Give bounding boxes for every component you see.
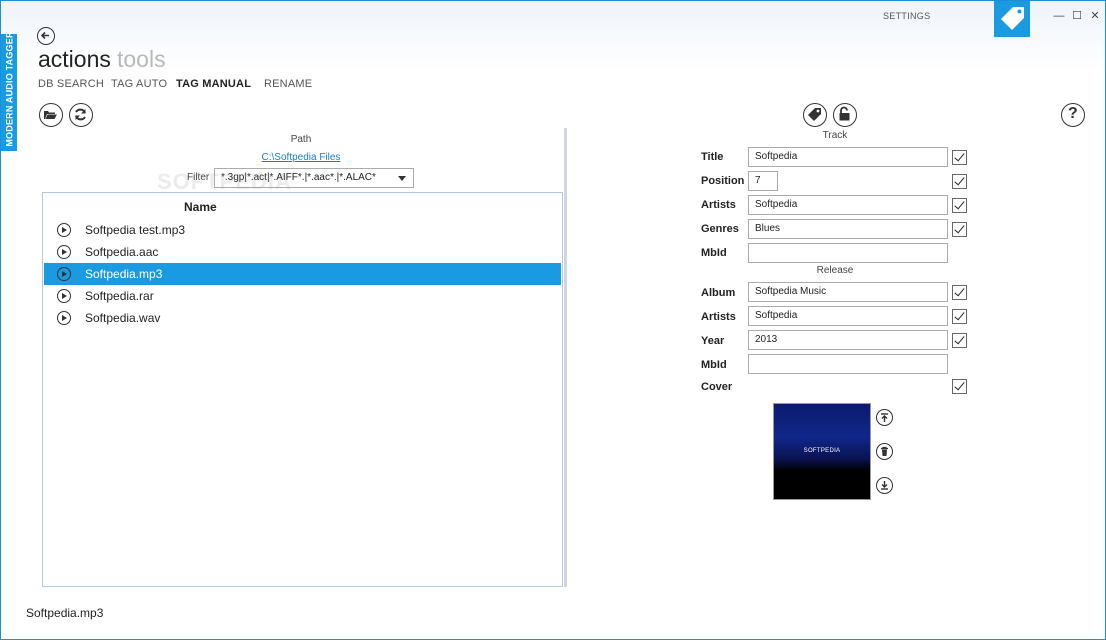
panel-splitter[interactable] <box>564 128 567 587</box>
path-link[interactable]: C:\Softpedia Files <box>201 152 401 163</box>
open-folder-button[interactable] <box>39 103 63 127</box>
label-track-mbid: MbId <box>701 247 727 259</box>
dropdown-arrow-icon <box>398 176 406 181</box>
file-name: Softpedia.mp3 <box>85 267 163 281</box>
filter-label: Filter <box>187 172 210 183</box>
list-item[interactable]: Softpedia.rar <box>44 285 561 307</box>
list-item-selected[interactable]: Softpedia.mp3 <box>44 263 561 285</box>
download-cover-button[interactable] <box>876 477 893 494</box>
title-tools[interactable]: tools <box>117 46 166 73</box>
file-name: Softpedia.rar <box>85 289 154 303</box>
path-label: Path <box>290 134 312 145</box>
section-track: Track <box>822 130 848 141</box>
label-title: Title <box>701 151 724 163</box>
album-field[interactable]: Softpedia Music <box>748 282 948 302</box>
tab-db-search[interactable]: DB SEARCH <box>38 78 104 90</box>
tag-save-icon <box>808 108 821 121</box>
title-checkbox[interactable] <box>952 150 967 165</box>
list-item[interactable]: Softpedia.wav <box>44 307 561 329</box>
back-arrow-icon <box>40 31 49 40</box>
file-name: Softpedia.wav <box>85 311 161 325</box>
upload-cover-button[interactable] <box>876 409 893 426</box>
label-position: Position <box>701 175 745 187</box>
title-field[interactable]: Softpedia <box>748 147 948 167</box>
tab-tag-auto[interactable]: TAG AUTO <box>111 78 167 90</box>
cover-checkbox[interactable] <box>952 379 967 394</box>
refresh-icon <box>75 108 86 121</box>
app-window: MODERN AUDIO TAGGER SETTINGS — ☐ ✕ actio… <box>0 0 1106 640</box>
open-folder-icon <box>44 111 57 119</box>
release-artists-field[interactable]: Softpedia <box>748 306 948 326</box>
delete-cover-button[interactable] <box>876 443 893 460</box>
close-button[interactable]: ✕ <box>1089 10 1101 22</box>
tag-icon <box>1001 7 1024 30</box>
label-release-artists: Artists <box>701 311 736 323</box>
cover-art-image: SOFTPEDIA <box>773 403 871 500</box>
filter-dropdown[interactable]: *.3gp|*.act|*.AIFF*.|*.aac*.|*.ALAC* <box>214 168 414 188</box>
tag-tile-button[interactable] <box>994 1 1030 37</box>
track-mbid-field[interactable] <box>748 243 948 263</box>
title-actions[interactable]: actions <box>38 46 111 73</box>
position-field[interactable]: 7 <box>748 171 778 191</box>
tab-rename[interactable]: RENAME <box>264 78 312 90</box>
download-icon <box>881 481 888 490</box>
cover-art-text: SOFTPEDIA <box>803 448 841 454</box>
settings-link[interactable]: SETTINGS <box>883 11 930 21</box>
file-name: Softpedia.aac <box>85 245 159 259</box>
list-item[interactable]: Softpedia test.mp3 <box>44 219 561 241</box>
position-checkbox[interactable] <box>952 174 967 189</box>
play-icon[interactable] <box>57 267 71 281</box>
year-checkbox[interactable] <box>952 333 967 348</box>
unlock-button[interactable] <box>833 103 857 127</box>
play-icon[interactable] <box>57 245 71 259</box>
back-button[interactable] <box>37 27 55 45</box>
label-cover: Cover <box>701 381 733 393</box>
maximize-button[interactable]: ☐ <box>1071 10 1083 22</box>
year-field[interactable]: 2013 <box>748 330 948 350</box>
track-artists-field[interactable]: Softpedia <box>748 195 948 215</box>
album-checkbox[interactable] <box>952 285 967 300</box>
genres-field[interactable]: Blues <box>748 219 948 239</box>
label-track-artists: Artists <box>701 199 736 211</box>
unlock-icon <box>839 106 850 121</box>
refresh-button[interactable] <box>69 103 93 127</box>
tab-tag-manual[interactable]: TAG MANUAL <box>176 78 251 90</box>
app-side-strip: MODERN AUDIO TAGGER <box>1 31 17 151</box>
help-button[interactable]: ? <box>1061 103 1085 127</box>
release-mbid-field[interactable] <box>748 354 948 374</box>
release-artists-checkbox[interactable] <box>952 309 967 324</box>
file-list[interactable]: Name Softpedia test.mp3 Softpedia.aac So… <box>42 192 563 587</box>
play-icon[interactable] <box>57 223 71 237</box>
upload-icon <box>881 413 888 422</box>
label-release-mbid: MbId <box>701 359 727 371</box>
status-selected-file: Softpedia.mp3 <box>26 606 104 620</box>
genres-checkbox[interactable] <box>952 222 967 237</box>
list-item[interactable]: Softpedia.aac <box>44 241 561 263</box>
column-header-name[interactable]: Name <box>184 200 217 214</box>
label-year: Year <box>701 335 725 347</box>
minimize-button[interactable]: — <box>1053 10 1065 22</box>
filter-value: *.3gp|*.act|*.AIFF*.|*.aac*.|*.ALAC* <box>221 172 376 183</box>
play-icon[interactable] <box>57 311 71 325</box>
save-tags-button[interactable] <box>803 103 827 127</box>
file-name: Softpedia test.mp3 <box>85 223 186 237</box>
help-icon: ? <box>1068 105 1078 122</box>
label-genres: Genres <box>701 223 739 235</box>
app-side-label: MODERN AUDIO TAGGER <box>4 31 15 147</box>
track-artists-checkbox[interactable] <box>952 198 967 213</box>
play-icon[interactable] <box>57 289 71 303</box>
label-album: Album <box>701 287 736 299</box>
section-release: Release <box>816 265 854 276</box>
trash-icon <box>881 446 888 456</box>
